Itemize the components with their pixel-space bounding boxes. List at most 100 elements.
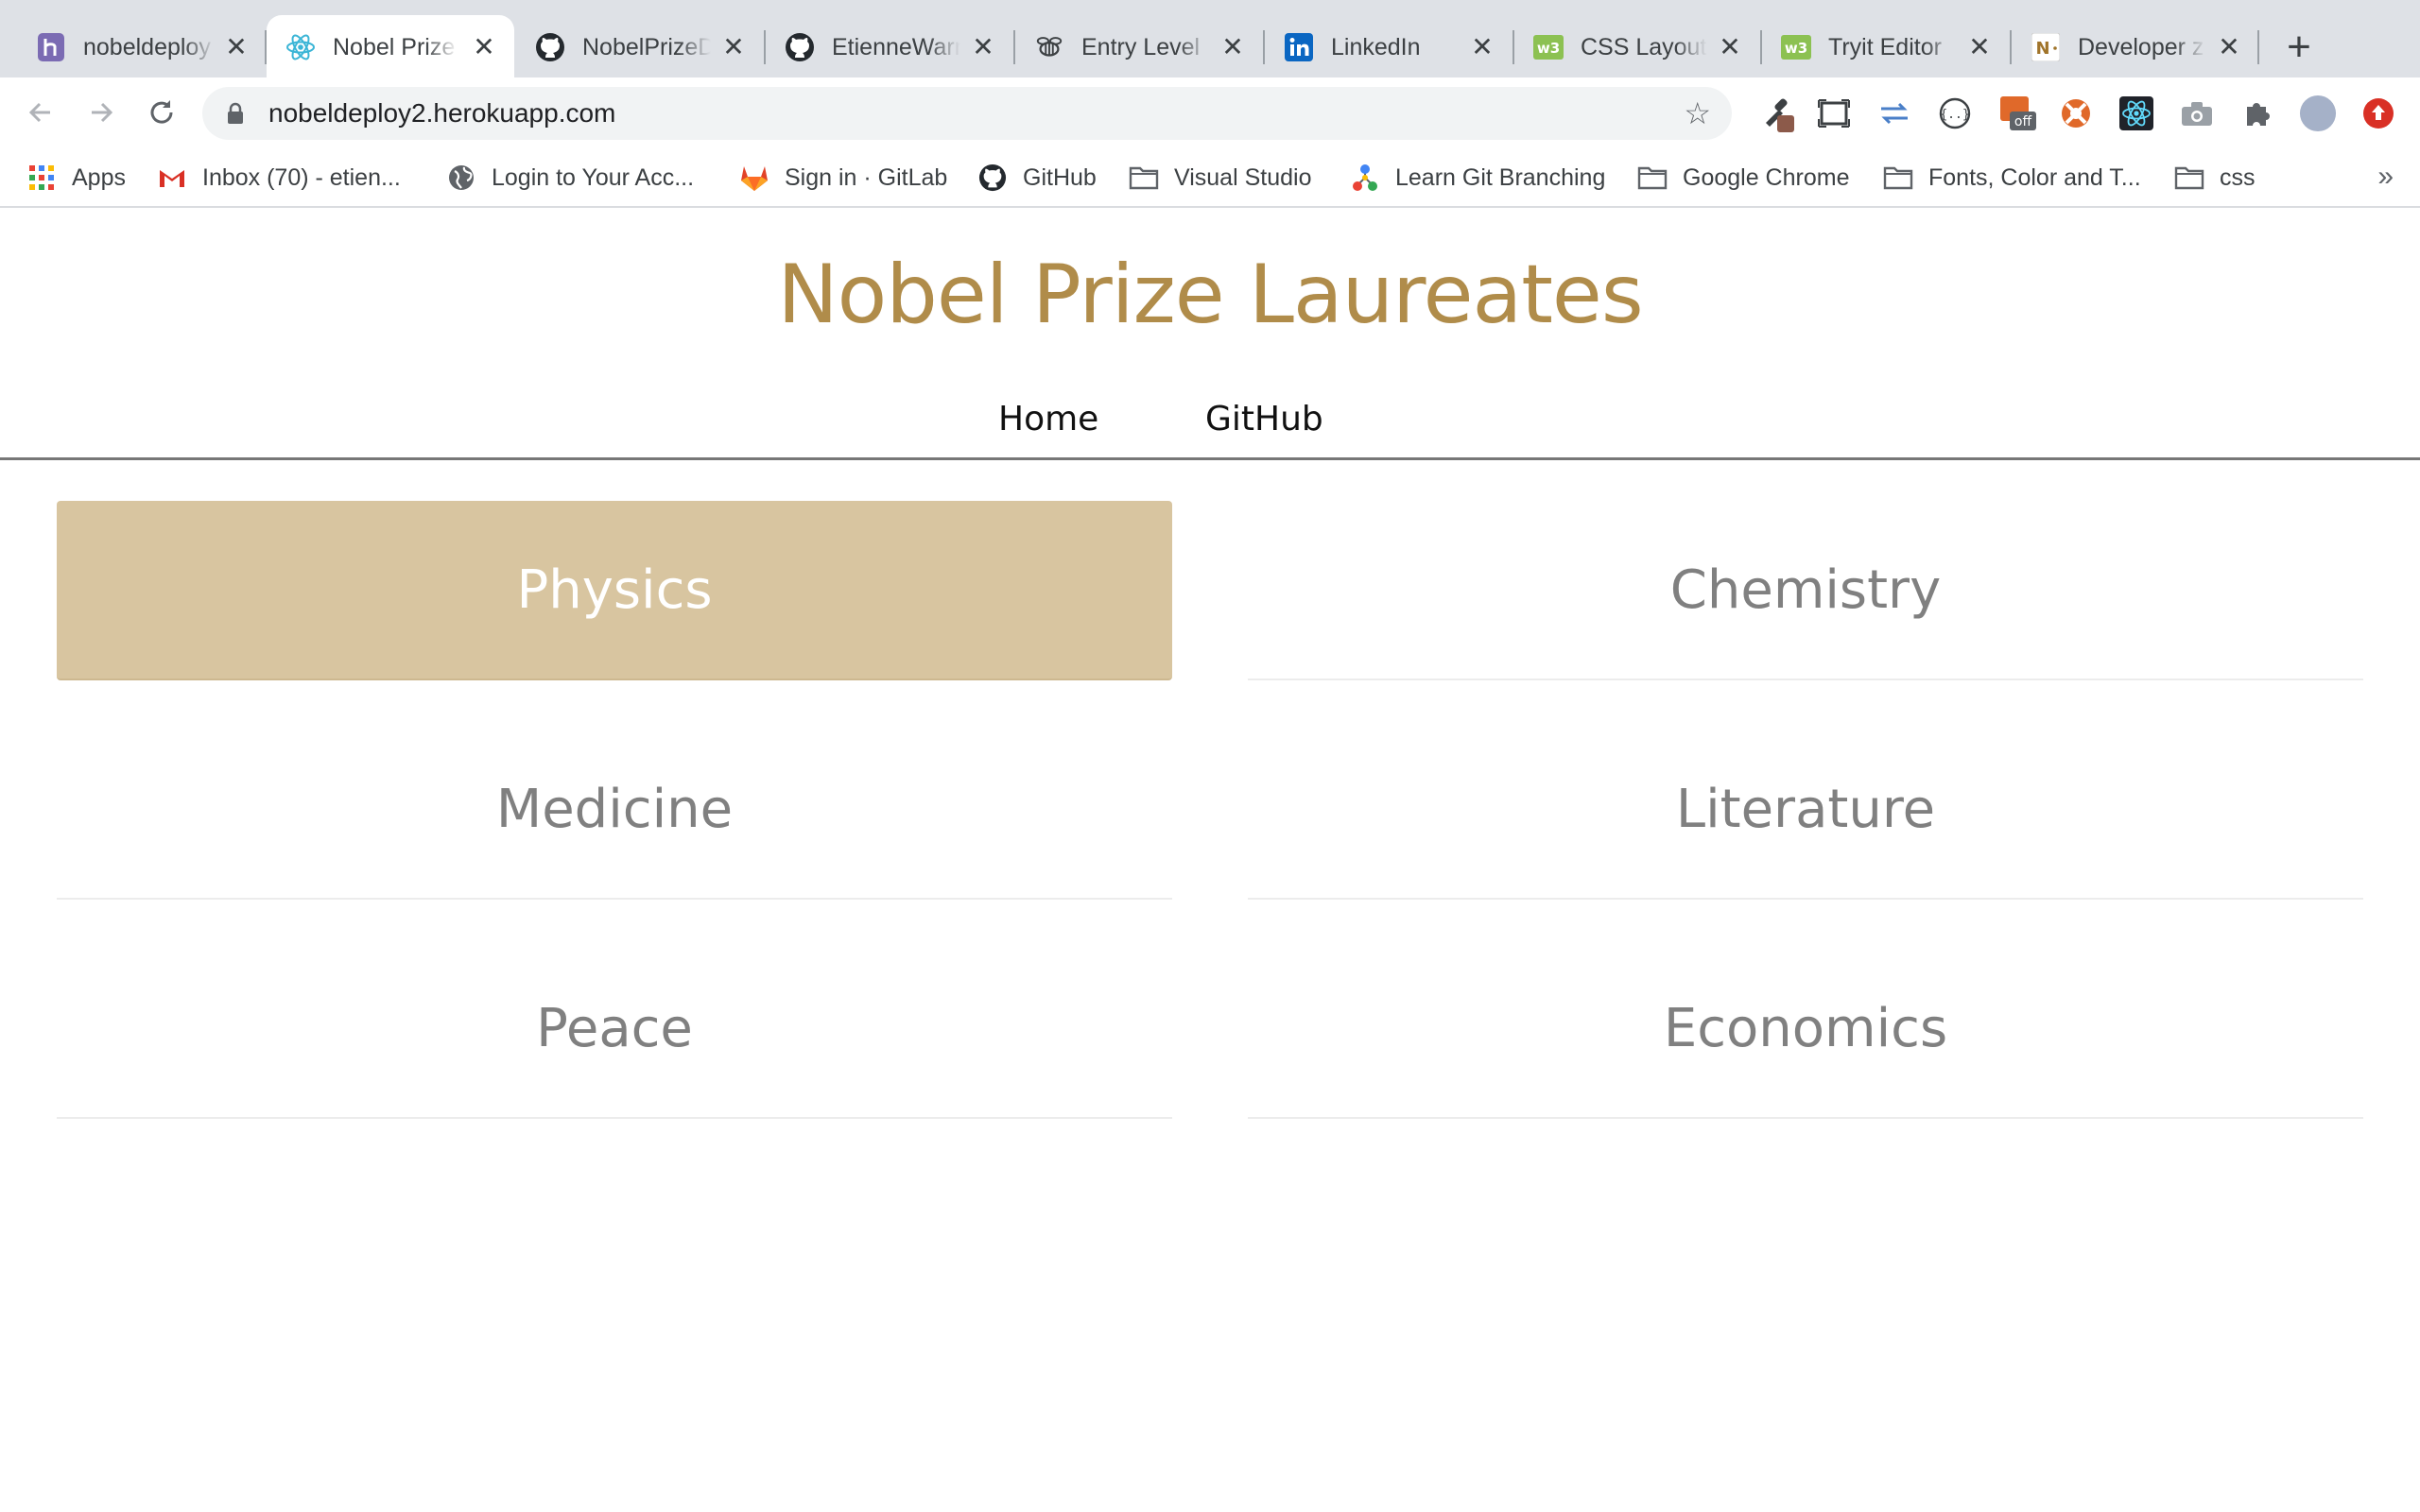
tab-css-layout[interactable]: w3 CSS Layout ✕	[1514, 15, 1762, 77]
address-bar[interactable]: nobeldeploy2.herokuapp.com ☆	[202, 87, 1732, 140]
bookmark-inbox[interactable]: Inbox (70) - etien...	[157, 161, 401, 195]
tab-etiennewarr[interactable]: EtienneWarr ✕	[766, 15, 1015, 77]
apps-grid-icon	[26, 163, 57, 193]
github-icon	[785, 32, 815, 62]
bookmark-label: Visual Studio	[1174, 163, 1312, 191]
browser-tab-strip: nobeldeploy ✕ Nobel Prize ✕ NobelPrizeD …	[0, 0, 2420, 77]
nav-github-link[interactable]: GitHub	[1205, 397, 1323, 442]
close-tab-icon[interactable]: ✕	[1962, 29, 1996, 63]
bookmark-label: GitHub	[1023, 163, 1097, 191]
close-tab-icon[interactable]: ✕	[1216, 29, 1250, 63]
github-icon	[977, 163, 1008, 193]
new-tab-button[interactable]: +	[2278, 26, 2320, 68]
update-upload-icon[interactable]	[2360, 94, 2397, 132]
category-chemistry[interactable]: Chemistry	[1248, 501, 2363, 680]
tab-developer[interactable]: N Developer z ✕	[2012, 15, 2261, 77]
bookmark-label: css	[2220, 163, 2256, 191]
category-physics[interactable]: Physics	[57, 501, 1172, 680]
bookmark-star-icon[interactable]: ☆	[1684, 98, 1711, 129]
camera-extension-icon[interactable]	[2178, 94, 2216, 132]
profile-avatar[interactable]	[2299, 94, 2337, 132]
category-peace[interactable]: Peace	[57, 939, 1172, 1119]
bookmark-label: Fonts, Color and T...	[1928, 163, 2141, 191]
bookmark-github[interactable]: GitHub	[977, 161, 1097, 195]
tab-title: Nobel Prize	[333, 32, 458, 62]
svg-text:N: N	[2035, 39, 2049, 59]
tab-nobelprized[interactable]: NobelPrizeD ✕	[516, 15, 766, 77]
github-icon	[535, 32, 565, 62]
bookmark-label: Sign in · GitLab	[785, 163, 948, 191]
eyedropper-extension-icon[interactable]	[1760, 94, 1798, 132]
heroku-icon	[36, 32, 66, 62]
tab-entry-level[interactable]: Entry Level ✕	[1015, 15, 1265, 77]
tab-nobeldeploy[interactable]: nobeldeploy ✕	[0, 15, 263, 77]
tab-separator	[2257, 30, 2259, 64]
globe-icon	[446, 163, 476, 193]
tab-title: nobeldeploy	[83, 32, 216, 62]
w3schools-icon: w3	[1533, 32, 1564, 62]
bookmarks-overflow-icon[interactable]: »	[2377, 163, 2394, 191]
category-economics[interactable]: Economics	[1248, 939, 2363, 1119]
bookmark-folder-css[interactable]: css	[2174, 161, 2256, 195]
page-title: Nobel Prize Laureates	[777, 248, 1643, 342]
bookmark-login[interactable]: Login to Your Acc...	[446, 161, 694, 195]
reload-button[interactable]	[142, 93, 182, 132]
bookmark-gitlab[interactable]: Sign in · GitLab	[739, 161, 947, 195]
tab-nobel-prize[interactable]: Nobel Prize ✕	[267, 15, 514, 77]
bookmark-label: Inbox (70) - etien...	[202, 163, 401, 191]
close-tab-icon[interactable]: ✕	[2212, 29, 2246, 63]
forward-button[interactable]	[81, 93, 121, 132]
svg-text:w3: w3	[1785, 40, 1807, 57]
linkedin-icon	[1284, 32, 1314, 62]
close-tab-icon[interactable]: ✕	[467, 29, 501, 63]
close-tab-icon[interactable]: ✕	[966, 29, 1000, 63]
folder-icon	[2174, 163, 2204, 193]
notion-icon: N	[2031, 32, 2061, 62]
screen-capture-extension-icon[interactable]	[1815, 94, 1853, 132]
category-literature[interactable]: Literature	[1248, 720, 2363, 900]
bookmark-folder-fonts[interactable]: Fonts, Color and T...	[1883, 161, 2141, 195]
tab-title: Tryit Editor	[1828, 32, 1957, 62]
lifebuoy-extension-icon[interactable]	[2057, 94, 2095, 132]
tab-title: EtienneWarr	[832, 32, 960, 62]
close-tab-icon[interactable]: ✕	[1465, 29, 1499, 63]
nav-home-link[interactable]: Home	[998, 397, 1098, 442]
tab-linkedin[interactable]: LinkedIn ✕	[1265, 15, 1514, 77]
w3schools-icon: w3	[1781, 32, 1811, 62]
tab-title: LinkedIn	[1331, 32, 1460, 62]
bookmark-label: Login to Your Acc...	[492, 163, 695, 191]
svg-text:w3: w3	[1537, 40, 1560, 57]
forward-arrow-icon	[92, 102, 113, 123]
extensions-puzzle-icon[interactable]	[2238, 94, 2276, 132]
back-arrow-icon	[28, 102, 50, 123]
gitlab-icon	[739, 163, 769, 193]
gmail-icon	[157, 163, 187, 193]
reload-icon	[150, 100, 173, 124]
bookmark-folder-google-chrome[interactable]: Google Chrome	[1637, 161, 1849, 195]
folder-icon	[1129, 163, 1159, 193]
tab-title: Developer z	[2078, 32, 2206, 62]
category-medicine[interactable]: Medicine	[57, 720, 1172, 900]
swap-arrows-extension-icon[interactable]	[1876, 94, 1913, 132]
bookmark-label: Learn Git Branching	[1395, 163, 1606, 191]
nav-divider	[0, 457, 2420, 460]
bookmark-apps[interactable]: Apps	[26, 161, 126, 195]
lock-icon	[227, 102, 244, 129]
bee-icon	[1034, 32, 1064, 62]
close-tab-icon[interactable]: ✕	[219, 29, 253, 63]
git-branch-icon	[1350, 163, 1380, 193]
svg-text:off: off	[2014, 114, 2032, 129]
folder-icon	[1883, 163, 1913, 193]
close-tab-icon[interactable]: ✕	[717, 29, 751, 63]
tab-title: NobelPrizeD	[582, 32, 711, 62]
tab-tryit-editor[interactable]: w3 Tryit Editor ✕	[1762, 15, 2012, 77]
bookmark-label: Apps	[72, 163, 126, 191]
bookmark-folder-visual-studio[interactable]: Visual Studio	[1129, 161, 1311, 195]
back-button[interactable]	[21, 93, 60, 132]
tab-title: CSS Layout	[1581, 32, 1707, 62]
json-viewer-extension-icon[interactable]: {..}	[1936, 94, 1974, 132]
bookmark-learn-git-branching[interactable]: Learn Git Branching	[1350, 161, 1605, 195]
react-devtools-icon[interactable]	[2118, 94, 2155, 132]
off-toggle-extension-icon[interactable]: off	[1998, 94, 2036, 132]
close-tab-icon[interactable]: ✕	[1713, 29, 1747, 63]
